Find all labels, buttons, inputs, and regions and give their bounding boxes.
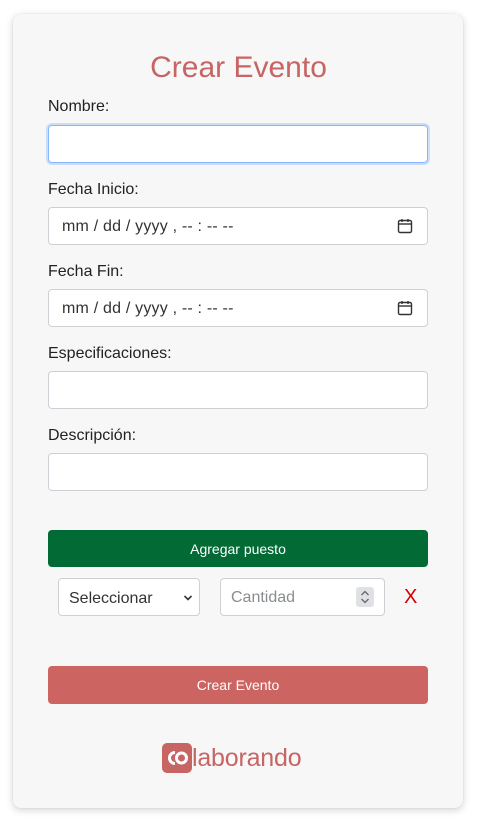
descripcion-label: Descripción: <box>48 427 137 444</box>
position-select[interactable]: Seleccionar <box>58 578 200 616</box>
colaborando-logo: laborando <box>162 742 302 774</box>
nombre-label: Nombre: <box>48 98 110 115</box>
logo-co-glyph <box>168 751 188 765</box>
fecha-inicio-label: Fecha Inicio: <box>48 181 139 198</box>
add-position-button[interactable]: Agregar puesto <box>48 530 428 567</box>
page-title: Crear Evento <box>150 51 327 84</box>
fecha-inicio-input[interactable]: mm / dd / yyyy , -- : -- -- <box>48 207 428 245</box>
calendar-icon[interactable] <box>397 300 413 316</box>
nombre-input[interactable] <box>48 125 428 163</box>
quantity-placeholder: Cantidad <box>231 589 296 606</box>
especificaciones-label: Especificaciones: <box>48 345 172 362</box>
fecha-fin-value: mm / dd / yyyy , -- : -- -- <box>62 300 234 317</box>
chevron-down-icon <box>183 595 193 601</box>
calendar-icon[interactable] <box>397 218 413 234</box>
position-select-value: Seleccionar <box>69 590 153 607</box>
create-event-button[interactable]: Crear Evento <box>48 666 428 704</box>
fecha-fin-input[interactable]: mm / dd / yyyy , -- : -- -- <box>48 289 428 327</box>
fecha-inicio-value: mm / dd / yyyy , -- : -- -- <box>62 218 234 235</box>
especificaciones-input[interactable] <box>48 371 428 409</box>
quantity-stepper[interactable] <box>356 587 374 607</box>
descripcion-input[interactable] <box>48 453 428 491</box>
quantity-input[interactable]: Cantidad <box>220 578 385 616</box>
logo-mark-icon <box>162 743 192 773</box>
fecha-fin-label: Fecha Fin: <box>48 263 124 280</box>
logo-text: laborando <box>192 744 302 772</box>
remove-position-button[interactable]: X <box>404 586 417 608</box>
stepper-arrows-icon <box>361 590 369 604</box>
